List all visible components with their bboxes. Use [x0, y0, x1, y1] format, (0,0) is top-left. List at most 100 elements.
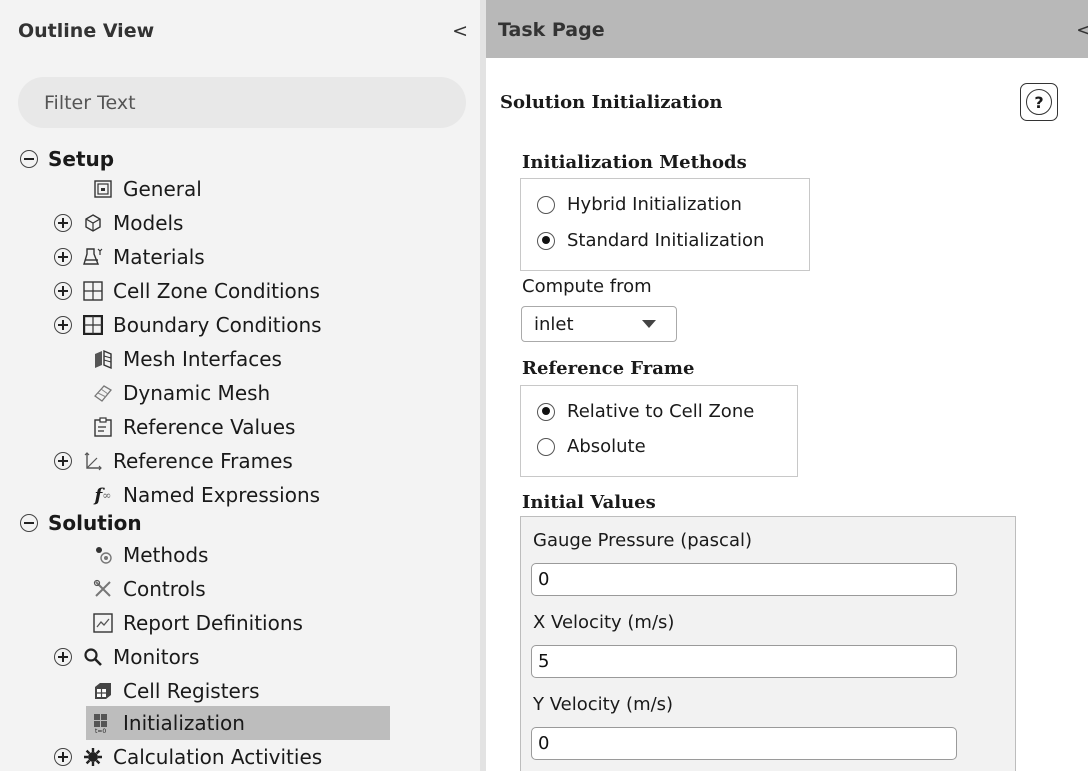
tree-label: Named Expressions [123, 483, 321, 507]
expand-icon[interactable] [54, 316, 72, 334]
tree-node-setup[interactable]: Setup [20, 142, 114, 176]
tree-item-general[interactable]: General [92, 172, 202, 206]
tree-label: Methods [123, 543, 209, 567]
gauge-pressure-input[interactable] [531, 563, 957, 596]
radio-on-icon[interactable] [537, 402, 555, 421]
outline-collapse-button[interactable]: < [452, 20, 468, 42]
expand-icon[interactable] [54, 214, 72, 232]
initial-values-label: Initial Values [522, 492, 656, 513]
reference-frame-group: Relative to Cell Zone Absolute [520, 385, 798, 477]
radio-relative-to-cell-zone[interactable]: Relative to Cell Zone [537, 401, 754, 422]
tree-item-reference-values[interactable]: Reference Values [92, 410, 295, 444]
filter-text-input[interactable] [18, 77, 466, 128]
y-velocity-input[interactable] [531, 727, 957, 760]
expand-icon[interactable] [54, 282, 72, 300]
outline-title: Outline View [18, 20, 155, 42]
outline-view-panel: Outline View < Setup General Models [0, 0, 480, 771]
mesh-interfaces-icon [92, 348, 114, 370]
methods-icon [92, 544, 114, 566]
help-icon: ? [1026, 89, 1052, 115]
controls-icon [92, 578, 114, 600]
tree-label: Calculation Activities [113, 745, 323, 769]
tree-item-initialization[interactable]: t=0 Initialization [86, 706, 390, 740]
general-icon [92, 178, 114, 200]
tree-label: Monitors [113, 645, 200, 669]
tree-item-cell-zone-conditions[interactable]: Cell Zone Conditions [54, 274, 320, 308]
named-expressions-icon: f ∞ [94, 484, 112, 506]
tree-item-materials[interactable]: Materials [54, 240, 205, 274]
chevron-down-icon [642, 320, 656, 328]
tree-item-monitors[interactable]: Monitors [54, 640, 199, 674]
materials-icon [82, 246, 104, 268]
solution-initialization-title: Solution Initialization [500, 92, 723, 113]
radio-label: Relative to Cell Zone [567, 401, 755, 422]
task-page-title: Task Page [498, 19, 605, 41]
radio-standard-initialization[interactable]: Standard Initialization [537, 230, 764, 251]
radio-off-icon[interactable] [537, 437, 555, 456]
tree-label: General [123, 177, 202, 201]
tree-label: Reference Frames [113, 449, 293, 473]
reference-frames-icon [82, 450, 104, 472]
dynamic-mesh-icon [92, 382, 114, 404]
reference-frame-label: Reference Frame [522, 358, 695, 379]
task-page-panel: Task Page < Solution Initialization ? In… [486, 0, 1088, 771]
reference-values-icon [92, 416, 114, 438]
compute-from-value: inlet [534, 313, 574, 335]
tree-item-models[interactable]: Models [54, 206, 183, 240]
expand-icon[interactable] [54, 452, 72, 470]
initialization-methods-label: Initialization Methods [522, 152, 747, 173]
outline-header: Outline View < [0, 0, 480, 62]
radio-label: Absolute [567, 436, 646, 457]
tree-label: Mesh Interfaces [123, 347, 282, 371]
tree-item-dynamic-mesh[interactable]: Dynamic Mesh [92, 376, 270, 410]
radio-off-icon[interactable] [537, 195, 555, 214]
help-button[interactable]: ? [1020, 83, 1058, 121]
initial-values-group: Gauge Pressure (pascal) X Velocity (m/s)… [520, 516, 1016, 771]
cell-registers-icon [92, 680, 114, 702]
boundary-icon [82, 314, 104, 336]
task-collapse-button[interactable]: < [1076, 19, 1088, 41]
tree-item-report-definitions[interactable]: Report Definitions [92, 606, 303, 640]
task-page-header: Task Page < [486, 0, 1088, 58]
tree-node-solution[interactable]: Solution [20, 506, 142, 540]
collapse-icon[interactable] [20, 150, 38, 168]
tree-item-methods[interactable]: Methods [92, 538, 208, 572]
svg-text:t=0: t=0 [95, 728, 106, 734]
radio-absolute[interactable]: Absolute [537, 436, 646, 457]
radio-label: Hybrid Initialization [567, 194, 742, 215]
tree-label: Boundary Conditions [113, 313, 322, 337]
calculation-activities-icon [82, 746, 104, 768]
tree-item-mesh-interfaces[interactable]: Mesh Interfaces [92, 342, 282, 376]
tree-item-cell-registers[interactable]: Cell Registers [92, 674, 260, 708]
x-velocity-input[interactable] [531, 645, 957, 678]
expand-icon[interactable] [54, 248, 72, 266]
tree-label-setup: Setup [48, 147, 115, 171]
expand-icon[interactable] [54, 648, 72, 666]
models-icon [82, 212, 104, 234]
initialization-methods-group: Hybrid Initialization Standard Initializ… [520, 178, 810, 271]
radio-hybrid-initialization[interactable]: Hybrid Initialization [537, 194, 742, 215]
monitors-icon [82, 646, 104, 668]
cell-zone-icon [82, 280, 104, 302]
tree-item-boundary-conditions[interactable]: Boundary Conditions [54, 308, 322, 342]
tree-label: Dynamic Mesh [123, 381, 271, 405]
collapse-icon[interactable] [20, 514, 38, 532]
radio-label: Standard Initialization [567, 230, 765, 251]
tree-label: Cell Zone Conditions [113, 279, 320, 303]
y-velocity-label: Y Velocity (m/s) [533, 694, 674, 715]
radio-on-icon[interactable] [537, 231, 555, 250]
gauge-pressure-label: Gauge Pressure (pascal) [533, 530, 752, 551]
report-definitions-icon [92, 612, 114, 634]
tree-item-controls[interactable]: Controls [92, 572, 206, 606]
tree-item-calculation-activities[interactable]: Calculation Activities [54, 740, 322, 771]
x-velocity-label: X Velocity (m/s) [533, 612, 675, 633]
tree-label: Models [113, 211, 184, 235]
tree-label: Reference Values [123, 415, 296, 439]
tree-item-reference-frames[interactable]: Reference Frames [54, 444, 293, 478]
initialization-icon: t=0 [92, 712, 114, 734]
compute-from-label: Compute from [522, 276, 652, 297]
compute-from-dropdown[interactable]: inlet [521, 306, 677, 342]
tree-label: Initialization [123, 711, 245, 735]
tree-label: Materials [113, 245, 205, 269]
expand-icon[interactable] [54, 748, 72, 766]
